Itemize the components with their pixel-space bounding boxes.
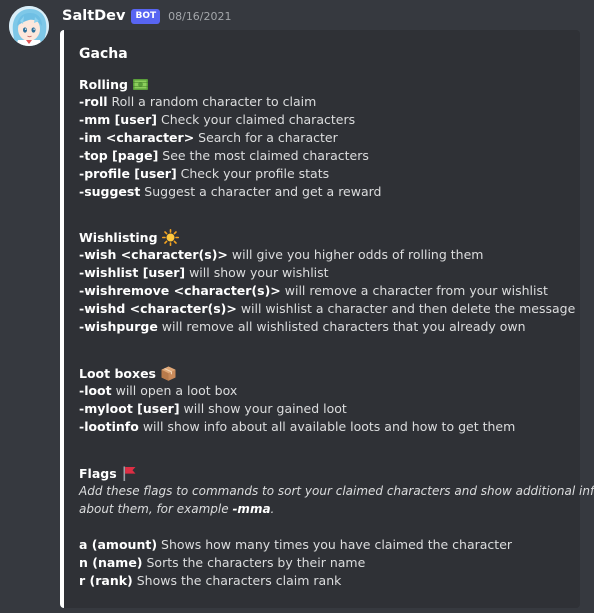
field-title: Rolling — [79, 75, 574, 93]
command-name: -mm [user] — [79, 112, 157, 127]
red-flag-icon — [121, 465, 138, 482]
command-line: -lootinfo will show info about all avail… — [79, 418, 574, 436]
command-line: -wishpurge will remove all wishlisted ch… — [79, 318, 574, 336]
command-line: -wishd <character(s)> will wishlist a ch… — [79, 300, 576, 318]
command-description: Check your profile stats — [176, 166, 330, 181]
command-description: will wishlist a character and then delet… — [236, 301, 576, 316]
flag-name: a (amount) — [79, 537, 158, 552]
command-line: -top [page] See the most claimed charact… — [79, 147, 574, 165]
field-title-text: Loot boxes — [79, 365, 156, 381]
command-name: -wishpurge — [79, 319, 158, 334]
command-description: will show your wishlist — [185, 265, 329, 280]
flag-description: Shows the characters claim rank — [132, 573, 342, 588]
field-title: Flags — [79, 464, 574, 482]
command-line: -suggest Suggest a character and get a r… — [79, 183, 574, 201]
description-text: . — [270, 502, 275, 516]
field-loot-boxes: Loot boxes -loot will open a loot box -m… — [79, 364, 574, 436]
command-name: -loot — [79, 383, 112, 398]
sun-icon — [161, 228, 179, 246]
command-line: -wish <character(s)> will give you highe… — [79, 246, 574, 264]
command-description: will show your gained loot — [179, 401, 347, 416]
example-command: -mma — [232, 502, 271, 516]
field-flags: Flags Add these flags to commands to sor… — [79, 464, 594, 590]
flag-name: r (rank) — [79, 573, 133, 588]
command-line: -im <character> Search for a character — [79, 129, 574, 147]
command-description: Check your claimed characters — [157, 112, 356, 127]
command-line: -profile [user] Check your profile stats — [79, 165, 574, 183]
command-line: n (name) Sorts the characters by their n… — [79, 554, 574, 572]
command-line: -mm [user] Check your claimed characters — [79, 111, 574, 129]
field-wishlisting: Wishlisting -wish <character(s)> will gi… — [79, 228, 576, 336]
command-name: -wishremove <character(s)> — [79, 283, 281, 298]
message-header: SaltDev BOT 08/16/2021 — [62, 6, 232, 26]
field-title-text: Rolling — [79, 76, 128, 92]
field-title: Wishlisting — [79, 228, 574, 246]
author-name[interactable]: SaltDev — [62, 8, 125, 24]
command-line: a (amount) Shows how many times you have… — [79, 536, 574, 554]
command-line: -wishlist [user] will show your wishlist — [79, 264, 574, 282]
message-timestamp[interactable]: 08/16/2021 — [168, 10, 231, 23]
command-description: will open a loot box — [111, 383, 238, 398]
bot-message: SaltDev BOT 08/16/2021 Gacha Rolling -ro… — [0, 0, 594, 613]
anime-girl-avatar-icon — [9, 6, 49, 46]
flag-name: n (name) — [79, 555, 143, 570]
bot-badge: BOT — [131, 8, 161, 24]
field-title-text: Wishlisting — [79, 229, 158, 245]
command-name: -profile [user] — [79, 166, 177, 181]
command-name: -wish <character(s)> — [79, 247, 228, 262]
command-description: Search for a character — [194, 130, 338, 145]
command-name: -myloot [user] — [79, 401, 180, 416]
field-description: about them, for example -mma. — [79, 500, 574, 518]
command-description: will give you higher odds of rolling the… — [227, 247, 484, 262]
flag-description: Sorts the characters by their name — [142, 555, 366, 570]
command-description: will show info about all available loots… — [138, 419, 516, 434]
field-rolling: Rolling -roll Roll a random character to… — [79, 75, 574, 201]
package-icon — [160, 365, 177, 382]
command-name: -wishd <character(s)> — [79, 301, 237, 316]
command-name: -im <character> — [79, 130, 195, 145]
command-line: -roll Roll a random character to claim — [79, 93, 574, 111]
command-line: r (rank) Shows the characters claim rank — [79, 572, 574, 590]
command-description: Roll a random character to claim — [107, 94, 317, 109]
command-line: -wishremove <character(s)> will remove a… — [79, 282, 574, 300]
command-description: Suggest a character and get a reward — [140, 184, 382, 199]
avatar[interactable] — [9, 6, 49, 46]
command-description: See the most claimed characters — [158, 148, 369, 163]
command-name: -suggest — [79, 184, 141, 199]
command-line: -myloot [user] will show your gained loo… — [79, 400, 574, 418]
money-bills-icon — [132, 76, 149, 93]
field-title-text: Flags — [79, 465, 117, 481]
command-name: -roll — [79, 94, 108, 109]
description-text: about them, for example — [79, 502, 233, 516]
command-name: -wishlist [user] — [79, 265, 186, 280]
command-name: -top [page] — [79, 148, 159, 163]
field-description: Add these flags to commands to sort your… — [79, 484, 594, 498]
command-description: will remove a character from your wishli… — [280, 283, 548, 298]
command-description: will remove all wishlisted characters th… — [157, 319, 526, 334]
command-name: -lootinfo — [79, 419, 139, 434]
embed-title: Gacha — [79, 46, 128, 62]
embed: Gacha Rolling -roll Roll a random charac… — [60, 30, 594, 608]
flag-description: Shows how many times you have claimed th… — [157, 537, 513, 552]
command-line: -loot will open a loot box — [79, 382, 574, 400]
field-title: Loot boxes — [79, 364, 574, 382]
